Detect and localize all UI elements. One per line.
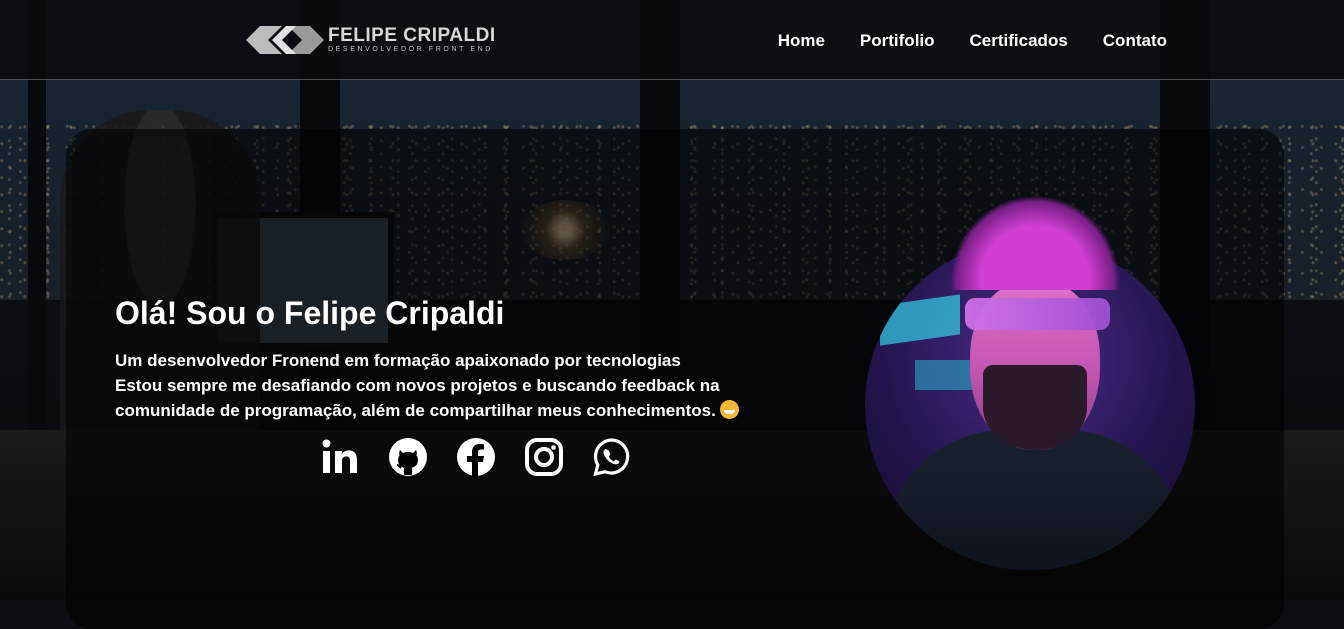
instagram-icon [525,438,563,476]
main-nav: Home Portifolio Certificados Contato [778,31,1167,51]
grinning-face-emoji [719,400,739,419]
whatsapp-link[interactable] [592,437,632,477]
social-links [320,437,632,477]
github-icon [389,438,427,476]
hero-description: Um desenvolvedor Fronend em formação apa… [115,348,815,423]
hero-line-2: Estou sempre me desafiando com novos pro… [115,376,720,395]
linkedin-link[interactable] [320,437,360,477]
hero-line-1: Um desenvolvedor Fronend em formação apa… [115,351,681,370]
linkedin-icon [322,439,357,473]
facebook-link[interactable] [456,437,496,477]
whatsapp-icon [593,438,630,477]
logo-subtitle: DESENVOLVEDOR FRONT END [328,46,493,53]
nav-home[interactable]: Home [778,31,825,51]
github-link[interactable] [388,437,428,477]
site-logo[interactable]: FELIPE CRIPALDI DESENVOLVEDOR FRONT END [246,24,496,56]
facebook-icon [457,438,495,477]
nav-portifolio[interactable]: Portifolio [860,31,935,51]
site-header: FELIPE CRIPALDI DESENVOLVEDOR FRONT END … [0,0,1344,80]
logo-name: FELIPE CRIPALDI [328,25,496,46]
nav-certificados[interactable]: Certificados [970,31,1068,51]
instagram-link[interactable] [524,437,564,477]
avatar-hair [950,195,1120,290]
fc-logo-icon [246,26,324,54]
nav-contato[interactable]: Contato [1103,31,1167,51]
hero-title: Olá! Sou o Felipe Cripaldi [115,295,505,331]
hero-line-3: comunidade de programação, além de compa… [115,401,716,420]
